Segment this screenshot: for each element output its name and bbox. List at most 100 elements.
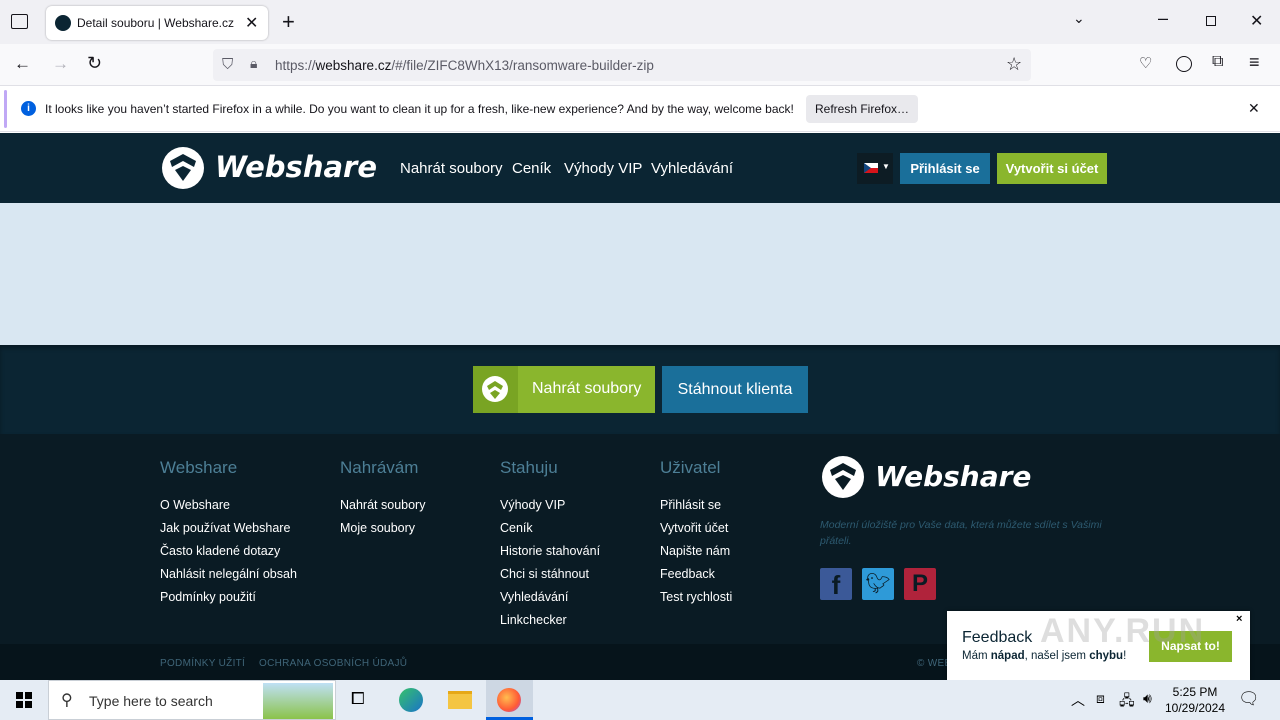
restore-icon[interactable]: [1206, 16, 1216, 26]
footer-tagline: Moderní úložiště pro Vaše data, která mů…: [820, 519, 1102, 547]
notification-center-icon[interactable]: 🗨︎: [1238, 689, 1260, 709]
menu-icon[interactable]: ≡: [1249, 52, 1260, 73]
shield-icon[interactable]: ⛉: [222, 56, 233, 73]
navigation-toolbar: ← → ↻ ⛉ 🔒︎ https://webshare.cz/#/file/ZI…: [0, 44, 1280, 86]
footer-heading-webshare: Webshare: [160, 458, 238, 477]
webshare-logo-icon: [162, 147, 204, 189]
tab-title: Detail souboru | Webshare.cz - W: [77, 16, 237, 30]
edge-icon[interactable]: [399, 688, 423, 712]
notification-accent: [4, 90, 7, 128]
webshare-logo[interactable]: Webshare: [160, 145, 377, 191]
new-tab-icon[interactable]: +: [282, 9, 295, 35]
footer-link[interactable]: Jak používat Webshare: [160, 521, 290, 535]
browser-tab[interactable]: Detail souboru | Webshare.cz - W ✕: [46, 6, 268, 40]
firefox-taskbar-item[interactable]: [486, 680, 533, 720]
footer-link[interactable]: Test rychlosti: [660, 590, 732, 604]
footer-link[interactable]: Výhody VIP: [500, 498, 565, 512]
footer-link[interactable]: O Webshare: [160, 498, 230, 512]
nav-vip[interactable]: Výhody VIP: [564, 160, 642, 177]
search-placeholder: Type here to search: [89, 693, 213, 709]
login-button[interactable]: Přihlásit se: [900, 153, 990, 184]
tab-list-icon[interactable]: [11, 14, 28, 29]
notification-close-icon[interactable]: ✕: [1248, 100, 1260, 117]
footer-link[interactable]: Feedback: [660, 567, 715, 581]
firefox-notification-bar: i It looks like you haven’t started Fire…: [0, 86, 1280, 132]
footer-heading-download: Stahuju: [500, 458, 558, 477]
logo-text: Webshare: [215, 150, 378, 184]
footer-link[interactable]: Ceník: [500, 521, 533, 535]
nav-upload[interactable]: Nahrát soubory: [400, 160, 503, 177]
forward-icon[interactable]: →: [52, 54, 69, 74]
terms-link[interactable]: PODMÍNKY UŽITÍ: [160, 658, 245, 669]
reload-icon[interactable]: ↻: [87, 53, 102, 74]
taskbar-search[interactable]: ⚲ Type here to search: [48, 680, 336, 720]
url-text[interactable]: https://webshare.cz/#/file/ZIFC8WhX13/ra…: [275, 58, 654, 73]
footer-link[interactable]: Linkchecker: [500, 613, 567, 627]
windows-taskbar: ⚲ Type here to search ⧠ ︿ ⧈ 🖧︎ 🔊︎ 5:25 P…: [0, 680, 1280, 720]
privacy-link[interactable]: OCHRANA OSOBNÍCH ÚDAJŮ: [259, 658, 407, 669]
network-icon[interactable]: 🖧︎: [1119, 690, 1135, 714]
twitter-icon[interactable]: 🐦︎: [862, 568, 894, 600]
facebook-icon[interactable]: f: [820, 568, 852, 600]
czech-flag-icon: [864, 163, 878, 173]
footer-link[interactable]: Přihlásit se: [660, 498, 721, 512]
info-icon: i: [21, 101, 36, 116]
tray-chevron-up-icon[interactable]: ︿: [1071, 690, 1085, 710]
bookmark-star-icon[interactable]: ☆: [1006, 54, 1022, 75]
footer-link[interactable]: Vyhledávání: [500, 590, 568, 604]
volume-icon[interactable]: 🔊︎: [1143, 690, 1152, 707]
minimize-icon[interactable]: –: [1158, 8, 1168, 29]
footer-heading-user: Uživatel: [660, 458, 721, 477]
chevron-down-icon: ▼: [882, 162, 890, 171]
list-all-tabs-icon[interactable]: ⌄: [1073, 10, 1085, 27]
extensions-icon[interactable]: ⧉: [1212, 53, 1223, 71]
task-view-icon[interactable]: ⧠: [351, 689, 365, 709]
pocket-icon[interactable]: ♡: [1139, 54, 1152, 72]
webshare-favicon-icon: [55, 15, 71, 31]
nav-pricing[interactable]: Ceník: [512, 160, 551, 177]
main-content: [0, 203, 1280, 345]
lock-icon[interactable]: 🔒︎: [250, 55, 257, 72]
file-explorer-icon[interactable]: [448, 691, 472, 709]
footer-link[interactable]: Historie stahování: [500, 544, 600, 558]
pinterest-icon[interactable]: P: [904, 568, 936, 600]
upload-files-button[interactable]: Nahrát soubory: [473, 366, 655, 413]
footer-link[interactable]: Nahlásit nelegální obsah: [160, 567, 297, 581]
browser-tab-bar: Detail souboru | Webshare.cz - W ✕ + ⌄ –…: [0, 0, 1280, 44]
url-bar[interactable]: ⛉ 🔒︎ https://webshare.cz/#/file/ZIFC8WhX…: [213, 49, 1031, 81]
tab-close-icon[interactable]: ✕: [245, 13, 258, 33]
upload-files-label: Nahrát soubory: [532, 380, 642, 397]
account-icon[interactable]: [1176, 56, 1192, 72]
footer-link[interactable]: Podmínky použití: [160, 590, 256, 604]
download-client-button[interactable]: Stáhnout klienta: [662, 366, 808, 413]
anyrun-watermark: ANY.RUN: [1040, 612, 1206, 650]
clock-time: 5:25 PM: [1172, 685, 1218, 699]
meet-now-icon[interactable]: ⧈: [1096, 690, 1105, 707]
footer-link[interactable]: Napište nám: [660, 544, 730, 558]
language-selector[interactable]: ▼: [857, 153, 893, 184]
firefox-icon: [497, 688, 521, 712]
nav-search[interactable]: Vyhledávání: [651, 160, 733, 177]
footer-link[interactable]: Nahrát soubory: [340, 498, 425, 512]
refresh-firefox-button[interactable]: Refresh Firefox…: [806, 95, 918, 123]
clock-date: 10/29/2024: [1164, 701, 1226, 715]
upload-icon: [473, 366, 518, 413]
footer-link[interactable]: Chci si stáhnout: [500, 567, 589, 581]
site-header: Webshare Nahrát soubory Ceník Výhody VIP…: [0, 133, 1280, 203]
close-window-icon[interactable]: ✕: [1250, 11, 1263, 31]
back-icon[interactable]: ←: [14, 54, 31, 74]
windows-start-icon[interactable]: [16, 692, 32, 708]
feedback-close-icon[interactable]: ×: [1236, 613, 1242, 625]
footer-logo-text: Webshare: [875, 460, 1032, 493]
footer-link[interactable]: Často kladené dotazy: [160, 544, 280, 558]
footer-logo[interactable]: Webshare: [820, 454, 1031, 500]
footer-link[interactable]: Moje soubory: [340, 521, 415, 535]
search-icon: ⚲: [61, 692, 73, 709]
feedback-title: Feedback: [962, 629, 1033, 646]
taskbar-clock[interactable]: 5:25 PM 10/29/2024: [1163, 684, 1227, 716]
cta-band: Nahrát soubory Stáhnout klienta: [0, 345, 1280, 434]
footer-link[interactable]: Vytvořit účet: [660, 521, 728, 535]
signup-button[interactable]: Vytvořit si účet: [997, 153, 1107, 184]
webshare-logo-icon: [822, 456, 864, 498]
notification-text: It looks like you haven’t started Firefo…: [45, 102, 794, 116]
